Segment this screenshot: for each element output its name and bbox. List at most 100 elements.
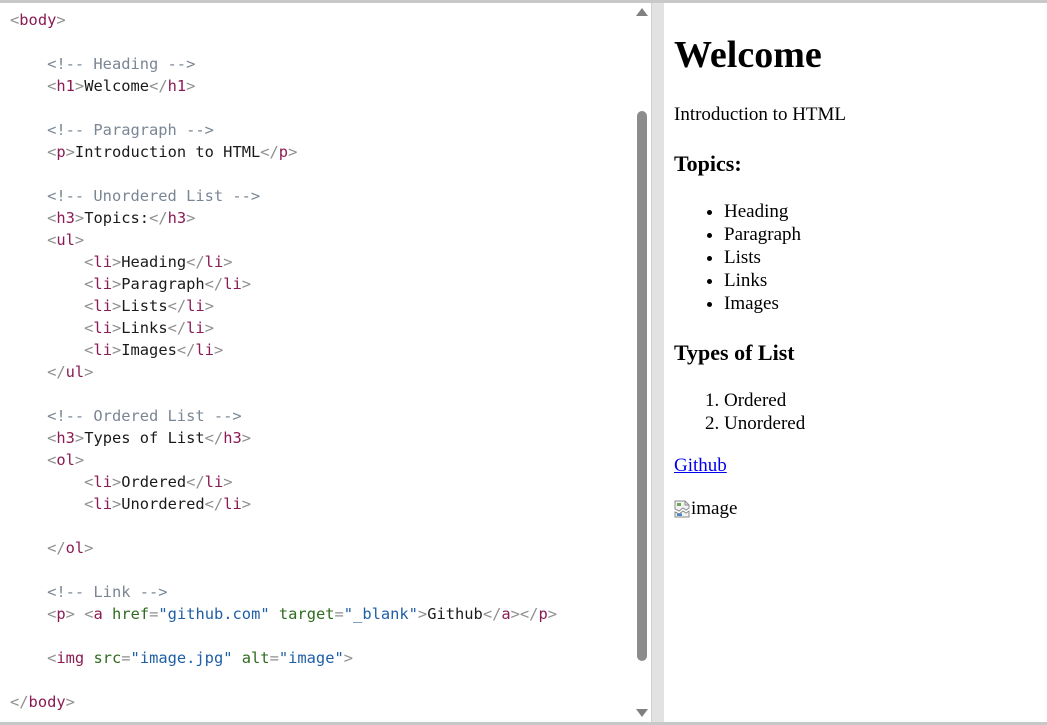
code-line[interactable]	[10, 559, 557, 581]
code-token: >	[56, 11, 66, 29]
code-token: </	[482, 605, 502, 623]
code-line[interactable]: <li>Heading</li>	[10, 251, 557, 273]
code-token: >	[65, 143, 75, 161]
editor-scrollbar[interactable]	[633, 3, 651, 722]
code-token: li	[223, 275, 242, 293]
code-token: </	[167, 319, 187, 337]
code-token: "github.com"	[158, 605, 270, 623]
code-token: <	[47, 605, 57, 623]
code-token: </	[167, 297, 187, 315]
code-token: <	[47, 77, 57, 95]
code-line[interactable]	[10, 625, 557, 647]
code-line[interactable]: <ol>	[10, 449, 557, 471]
preview-types-list: Ordered Unordered	[674, 389, 805, 435]
pane-divider[interactable]	[652, 3, 664, 722]
code-token: <!-- Link -->	[47, 583, 168, 601]
list-item: Images	[724, 292, 801, 315]
code-token: <	[47, 231, 57, 249]
list-item: Ordered	[724, 389, 805, 412]
code-token: </	[47, 539, 66, 557]
list-item: Paragraph	[724, 223, 801, 246]
code-content[interactable]: <body> <!-- Heading --> <h1>Welcome</h1>…	[10, 9, 557, 713]
code-token: alt	[241, 649, 270, 667]
code-line[interactable]: <!-- Heading -->	[10, 53, 557, 75]
code-token: >	[288, 143, 298, 161]
code-line[interactable]: <!-- Ordered List -->	[10, 405, 557, 427]
code-token: img	[56, 649, 85, 667]
code-line[interactable]: <ul>	[10, 229, 557, 251]
code-token: ></	[510, 605, 539, 623]
code-line[interactable]: <!-- Paragraph -->	[10, 119, 557, 141]
code-line[interactable]: <p>Introduction to HTML</p>	[10, 141, 557, 163]
code-token: li	[93, 495, 112, 513]
code-line[interactable]: <li>Links</li>	[10, 317, 557, 339]
scrollbar-thumb[interactable]	[637, 111, 647, 661]
scroll-up-icon[interactable]	[636, 8, 648, 16]
code-line[interactable]	[10, 163, 557, 185]
code-line[interactable]: <li>Ordered</li>	[10, 471, 557, 493]
code-line[interactable]	[10, 383, 557, 405]
code-token: Types of List	[84, 429, 205, 447]
code-token: body	[28, 693, 66, 711]
code-token: >	[204, 319, 214, 337]
code-token: <	[47, 429, 57, 447]
code-token: Topics:	[84, 209, 150, 227]
code-line[interactable]: <li>Lists</li>	[10, 295, 557, 317]
code-line[interactable]: <h1>Welcome</h1>	[10, 75, 557, 97]
code-line[interactable]: <h3>Topics:</h3>	[10, 207, 557, 229]
code-line[interactable]: </ol>	[10, 537, 557, 559]
code-token: h3	[56, 209, 75, 227]
code-line[interactable]	[10, 669, 557, 691]
code-line[interactable]: <body>	[10, 9, 557, 31]
code-token: li	[93, 473, 112, 491]
code-token: href	[112, 605, 150, 623]
code-line[interactable]: <li>Paragraph</li>	[10, 273, 557, 295]
code-token: li	[223, 495, 242, 513]
code-line[interactable]: <img src="image.jpg" alt="image">	[10, 647, 557, 669]
github-link[interactable]: Github	[674, 455, 727, 476]
code-token: li	[186, 319, 205, 337]
code-token: >	[111, 253, 122, 271]
code-token: a	[501, 605, 511, 623]
code-line[interactable]: </ul>	[10, 361, 557, 383]
code-token: Ordered	[121, 473, 187, 491]
code-token: li	[93, 275, 112, 293]
scroll-down-icon[interactable]	[636, 709, 648, 717]
code-token: >	[74, 231, 85, 249]
code-token: li	[93, 253, 112, 271]
code-line[interactable]	[10, 31, 557, 53]
code-token: h1	[56, 77, 75, 95]
code-token: >	[223, 253, 233, 271]
code-line[interactable]: <h3>Types of List</h3>	[10, 427, 557, 449]
code-line[interactable]	[10, 515, 557, 537]
code-token: >	[111, 341, 122, 359]
code-token: </	[47, 363, 66, 381]
code-editor[interactable]: <body> <!-- Heading --> <h1>Welcome</h1>…	[0, 3, 652, 722]
preview-heading: Welcome	[674, 34, 822, 76]
list-item: Lists	[724, 246, 801, 269]
code-token: >	[65, 605, 75, 623]
code-token: </	[204, 495, 224, 513]
preview-types-heading: Types of List	[674, 340, 795, 365]
code-line[interactable]	[10, 97, 557, 119]
code-line[interactable]: <!-- Unordered List -->	[10, 185, 557, 207]
code-line[interactable]: <p> <a href="github.com" target="_blank"…	[10, 603, 557, 625]
code-token: Images	[121, 341, 177, 359]
code-line[interactable]: <li>Unordered</li>	[10, 493, 557, 515]
image-alt-text: image	[691, 498, 738, 519]
code-line[interactable]: </body>	[10, 691, 557, 713]
code-line[interactable]: <li>Images</li>	[10, 339, 557, 361]
code-line[interactable]: <!-- Link -->	[10, 581, 557, 603]
